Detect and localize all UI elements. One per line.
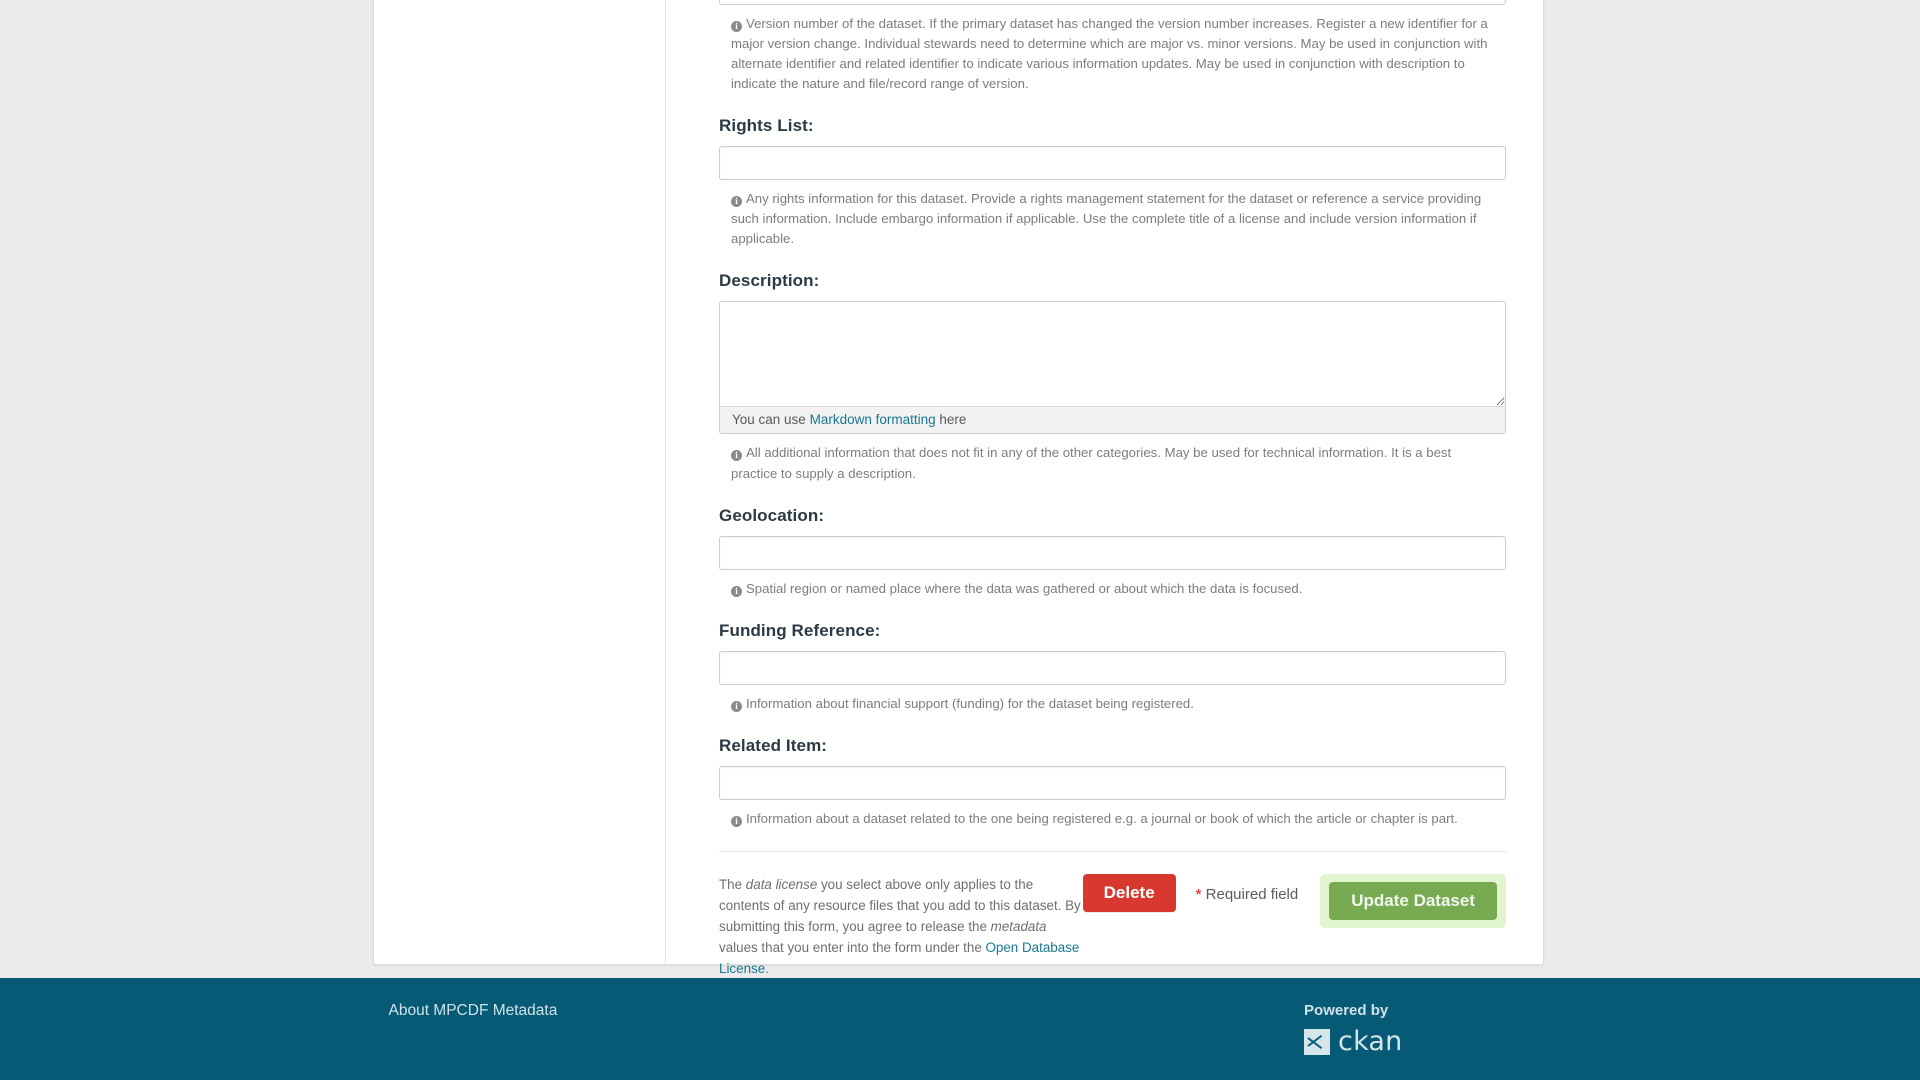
funding-reference-input[interactable] xyxy=(719,650,1506,685)
dataset-edit-card: i Version number of the dataset. If the p… xyxy=(373,0,1544,976)
form-column: i Version number of the dataset. If the p… xyxy=(666,0,1564,976)
rights-list-label: Rights List: xyxy=(719,116,814,136)
powered-by-label: Powered by xyxy=(1304,1002,1389,1019)
geolocation-help: i Spatial region or named place where the… xyxy=(719,579,1494,599)
page-root: i Version number of the dataset. If the p… xyxy=(0,0,1920,1080)
info-icon: i xyxy=(731,450,742,462)
rights-list-input[interactable] xyxy=(719,146,1506,181)
info-icon: i xyxy=(731,21,742,32)
site-footer: About MPCDF Metadata Powered by ckan xyxy=(0,978,1920,1080)
data-license-emphasis: data license xyxy=(745,876,818,892)
action-buttons: Delete * Required field Update Dataset xyxy=(1082,872,1506,929)
markdown-formatting-link[interactable]: Markdown formatting xyxy=(810,412,936,427)
update-dataset-focus-ring: Update Dataset xyxy=(1320,873,1506,929)
info-icon: i xyxy=(731,196,742,208)
ckan-logo[interactable]: ckan xyxy=(1304,1026,1402,1057)
field-rights-list: Rights List: i Any rights information for… xyxy=(719,116,1506,249)
related-item-input[interactable] xyxy=(719,765,1506,800)
update-dataset-button[interactable]: Update Dataset xyxy=(1329,881,1497,921)
sidebar-column xyxy=(374,0,666,964)
metadata-emphasis: metadata xyxy=(990,919,1047,935)
info-icon: i xyxy=(731,585,742,597)
footer-inner: About MPCDF Metadata Powered by ckan xyxy=(375,978,1546,1057)
markdown-editor: You can use Markdown formatting here xyxy=(719,301,1506,435)
info-icon: i xyxy=(731,700,742,712)
version-input[interactable] xyxy=(719,0,1506,5)
rights-list-help: i Any rights information for this dataset… xyxy=(731,191,1482,247)
dataset-edit-form: i Version number of the dataset. If the p… xyxy=(666,0,1564,976)
form-actions: The data license you select above only a… xyxy=(719,850,1506,976)
related-item-label: Related Item: xyxy=(719,735,828,755)
required-field-note: * Required field xyxy=(1195,885,1299,903)
markdown-hint: You can use Markdown formatting here xyxy=(720,406,1505,434)
ckan-mark-icon xyxy=(1304,1028,1331,1055)
funding-reference-label: Funding Reference: xyxy=(719,620,881,640)
field-description: Description: You can use Markdown format… xyxy=(719,271,1506,483)
field-related-item: Related Item: i Information about a datas… xyxy=(719,736,1506,829)
version-help: i Version number of the dataset. If the p… xyxy=(731,16,1488,92)
field-geolocation: Geolocation: i Spatial region or named pl… xyxy=(719,506,1506,599)
related-item-help: i Information about a dataset related to … xyxy=(719,809,1494,829)
license-note: The data license you select above only a… xyxy=(719,876,1081,977)
field-version: i Version number of the dataset. If the p… xyxy=(719,0,1506,94)
geolocation-label: Geolocation: xyxy=(719,505,825,525)
powered-by-block: Powered by ckan xyxy=(1304,1002,1402,1057)
description-help: i All additional information that does no… xyxy=(731,445,1452,481)
about-mpcdf-metadata-link[interactable]: About MPCDF Metadata xyxy=(389,1002,558,1020)
description-textarea[interactable] xyxy=(720,302,1505,407)
funding-reference-help: i Information about financial support (fu… xyxy=(719,694,1494,714)
geolocation-input[interactable] xyxy=(719,535,1506,570)
delete-button[interactable]: Delete xyxy=(1082,873,1176,913)
ckan-wordmark: ckan xyxy=(1338,1026,1403,1057)
description-label: Description: xyxy=(719,271,820,291)
field-funding-reference: Funding Reference: i Information about fi… xyxy=(719,621,1506,714)
info-icon: i xyxy=(731,815,742,827)
